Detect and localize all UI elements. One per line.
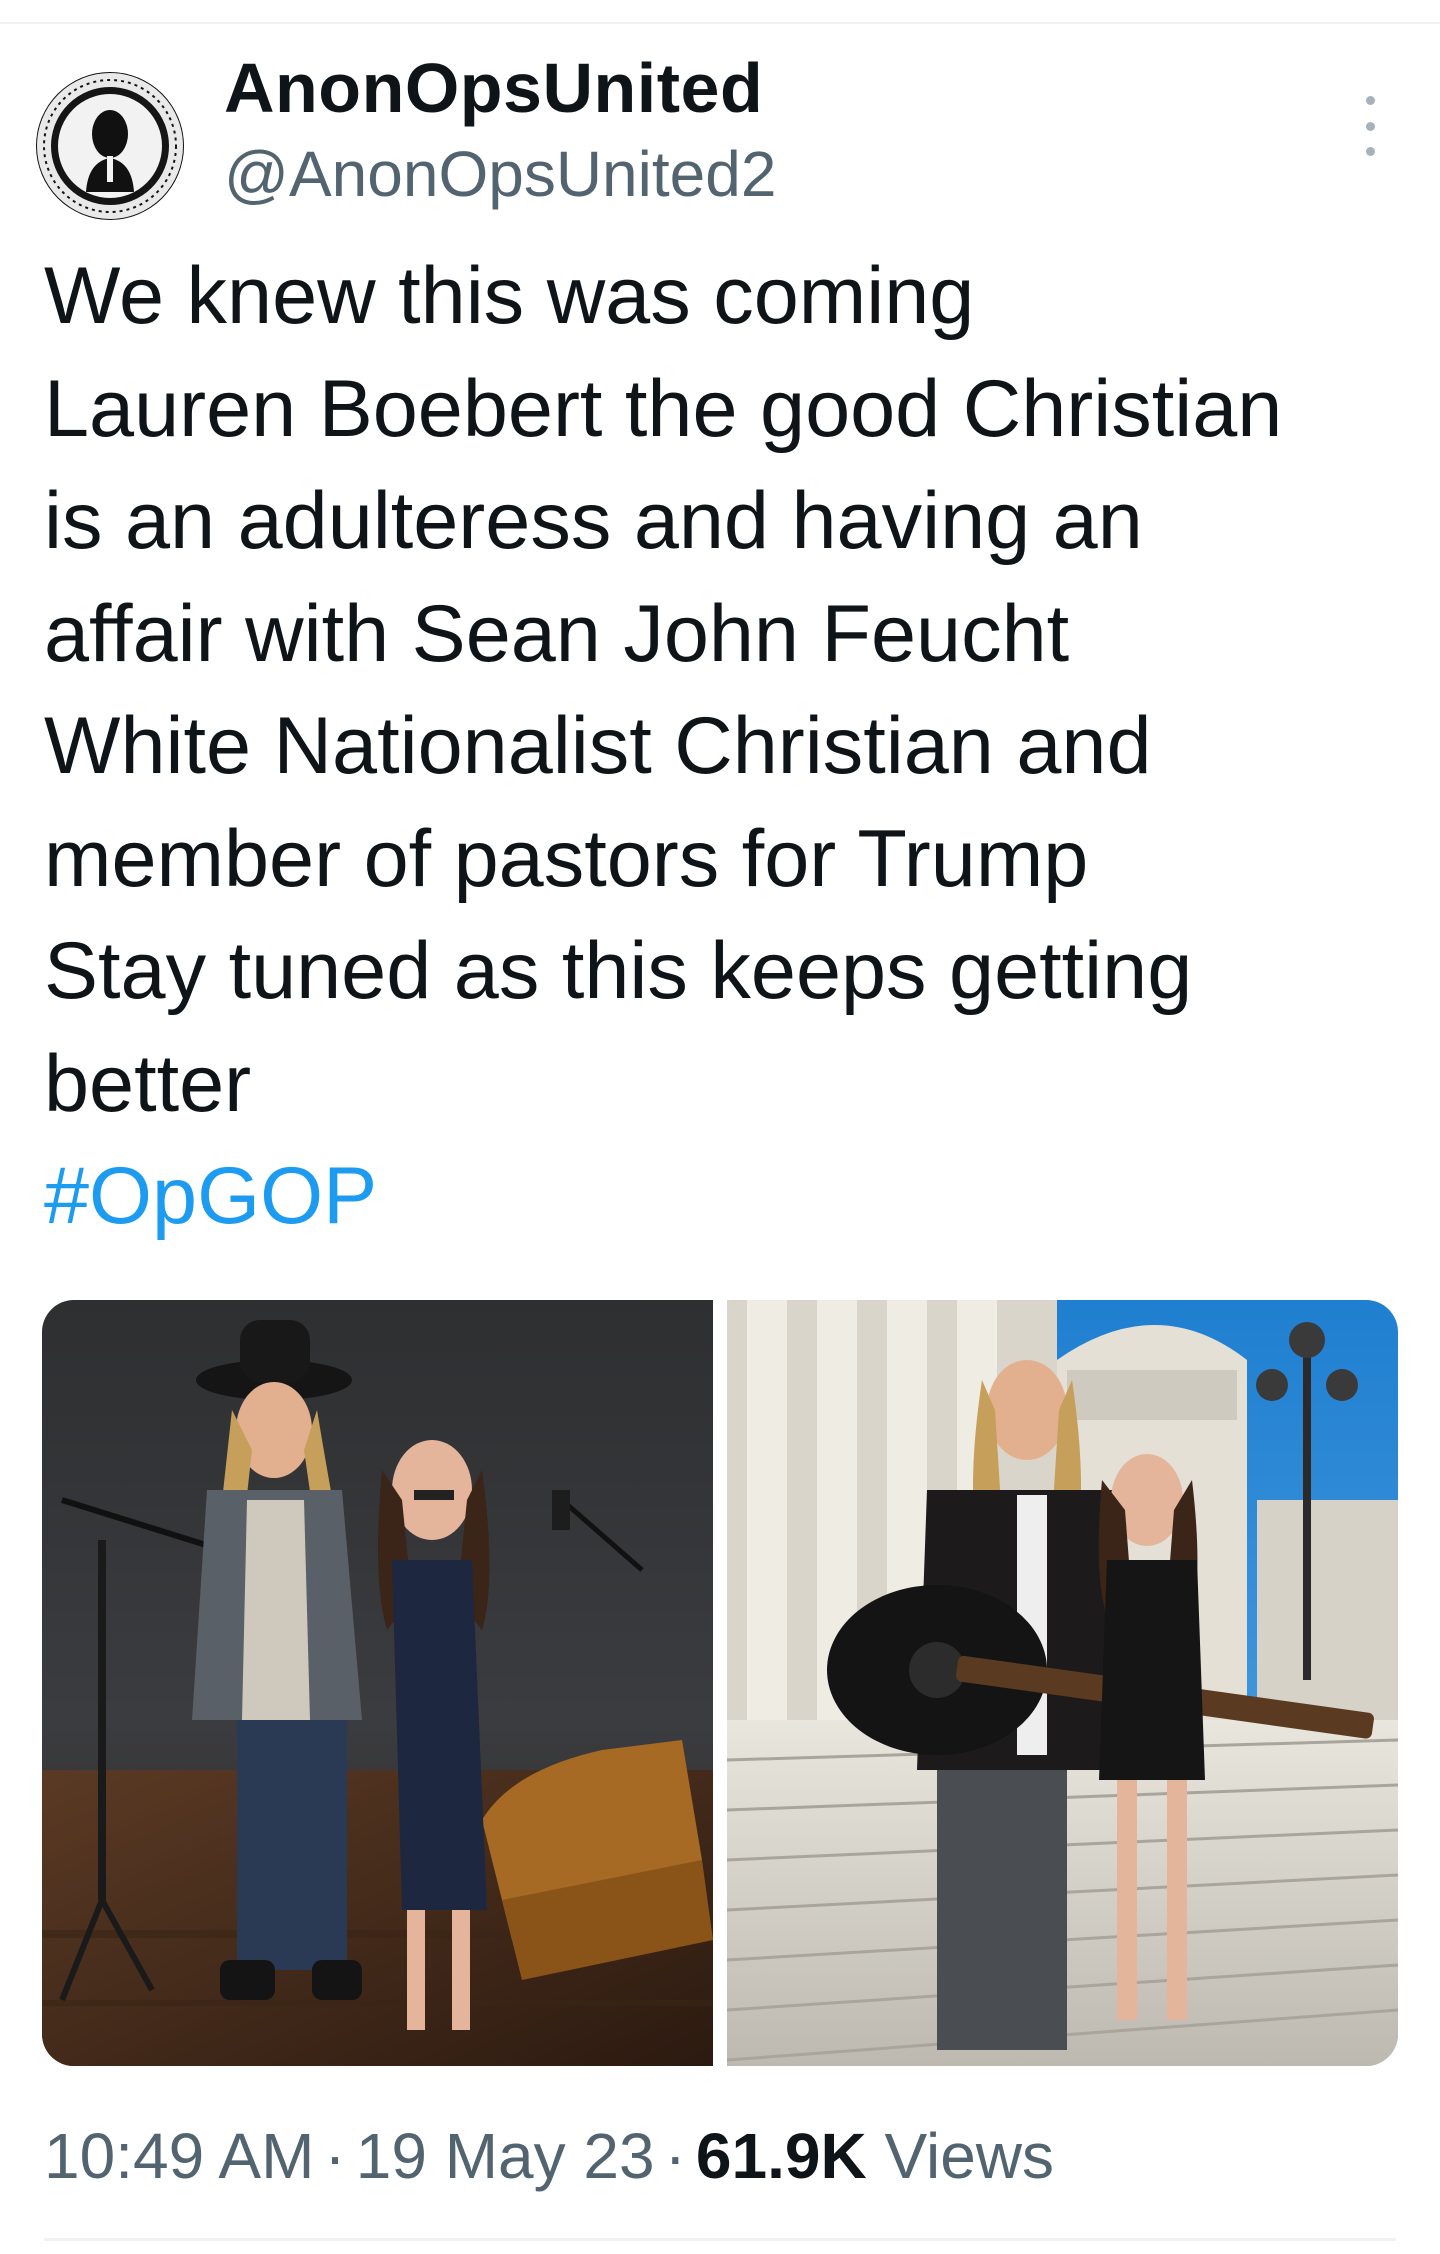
tweet-meta: 10:49 AM · 19 May 23 · 61.9K Views: [44, 2118, 1054, 2194]
bottom-divider: [44, 2238, 1396, 2241]
tweet-text-line: member of pastors for Trump: [44, 813, 1089, 904]
tweet-time[interactable]: 10:49 AM: [44, 2120, 314, 2192]
media-photo-capitol[interactable]: [727, 1300, 1398, 2066]
views-count[interactable]: 61.9K: [696, 2120, 867, 2192]
more-options-icon[interactable]: [1350, 96, 1390, 156]
more-dot: [1365, 121, 1375, 131]
hashtag-link[interactable]: #OpGOP: [44, 1140, 1424, 1253]
tweet: AnonOpsUnited @AnonOpsUnited2 We knew th…: [0, 0, 1440, 2254]
avatar[interactable]: [36, 72, 184, 220]
more-dot: [1365, 96, 1375, 105]
anonymous-mask-icon: [37, 73, 183, 219]
tweet-text-line: We knew this was coming: [44, 251, 975, 341]
tweet-text-line: is an adulteress and having an: [44, 476, 1143, 566]
tweet-text: We knew this was coming Lauren Boebert t…: [44, 240, 1424, 1253]
capitol-steps-photo: [727, 1300, 1398, 2066]
views-label: Views: [884, 2120, 1054, 2192]
more-dot: [1365, 147, 1375, 156]
tweet-text-line: Stay tuned as this keeps getting: [44, 926, 1193, 1016]
media-grid: [42, 1300, 1398, 2066]
tweet-text-line: Lauren Boebert the good Christian: [44, 363, 1283, 454]
separator-dot: ·: [324, 2120, 346, 2192]
studio-photo: [42, 1300, 713, 2066]
tweet-text-line: affair with Sean John Feucht: [44, 588, 1070, 679]
media-photo-studio[interactable]: [42, 1300, 713, 2066]
author-handle[interactable]: @AnonOpsUnited2: [224, 136, 776, 212]
author-display-name[interactable]: AnonOpsUnited: [224, 48, 763, 128]
separator-dot: ·: [664, 2120, 686, 2192]
tweet-text-line: better: [44, 1038, 252, 1129]
tweet-date[interactable]: 19 May 23: [356, 2120, 655, 2192]
tweet-text-line: White Nationalist Christian and: [44, 701, 1152, 791]
